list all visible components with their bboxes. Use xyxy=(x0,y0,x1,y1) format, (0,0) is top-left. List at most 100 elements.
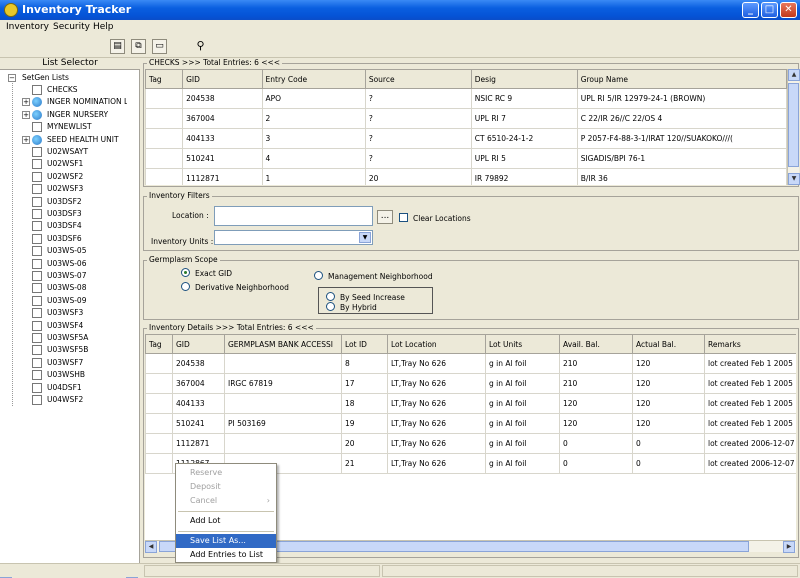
table-cell xyxy=(145,108,184,129)
menu-help[interactable]: Help xyxy=(93,22,114,32)
column-header[interactable]: Avail. Bal. xyxy=(559,334,633,354)
menu-separator xyxy=(178,511,274,512)
menu-item-reserve[interactable]: Reserve xyxy=(176,466,276,480)
list-icon xyxy=(32,370,42,381)
toolbar: ▤ ⧉ ▭ ⚲ xyxy=(0,36,800,58)
by-hybrid-radio[interactable] xyxy=(326,302,335,311)
maximize-button[interactable]: □ xyxy=(761,2,778,18)
column-header[interactable]: GERMPLASM BANK ACCESSI xyxy=(224,334,342,354)
menu-item-save-list-as[interactable]: Save List As... xyxy=(176,534,276,548)
list-selector-pane: List Selector − SetGen Lists CHECKS + INGE… xyxy=(0,58,140,578)
tree-item-label: U04DSF1 xyxy=(47,382,82,392)
exact-gid-radio[interactable] xyxy=(181,268,190,277)
table-row[interactable]: 1112871 1 20 IR 79892 B/IR 36 xyxy=(145,168,787,185)
menu-item-cancel[interactable]: Cancel › xyxy=(176,494,276,508)
title-bar[interactable]: Inventory Tracker _ □ ✕ xyxy=(0,0,800,20)
binoculars-icon[interactable]: ⚲ xyxy=(193,39,208,54)
column-header[interactable]: Source xyxy=(364,69,472,89)
column-header[interactable]: Lot Location xyxy=(387,334,486,354)
derivative-neighborhood-radio[interactable] xyxy=(181,282,190,291)
checks-legend: CHECKS >>> Total Entries: 6 <<< xyxy=(147,58,283,67)
table-row[interactable]: 367004 IRGC 67819 17 LT,Tray No 626 g in Al … xyxy=(145,373,796,394)
table-cell xyxy=(145,148,184,169)
table-row[interactable]: 204538 8 LT,Tray No 626 g in Al foil 210 120 l… xyxy=(145,353,796,374)
tree-item-label: SEED HEALTH UNIT xyxy=(47,134,119,144)
table-cell: IR 79892 xyxy=(470,168,578,185)
tree-item-label: U03WSF4 xyxy=(47,320,84,330)
scroll-thumb[interactable] xyxy=(788,83,799,167)
table-row[interactable]: 510241 PI 503169 19 LT,Tray No 626 g in Al f… xyxy=(145,413,796,434)
status-pane xyxy=(144,565,380,577)
open-folder-icon[interactable]: ▭ xyxy=(152,39,167,54)
by-seed-increase-radio[interactable] xyxy=(326,292,335,301)
expand-icon[interactable]: + xyxy=(22,110,30,119)
by-hybrid-label: By Hybrid xyxy=(340,303,377,312)
table-row[interactable]: 204538 APO? NSIC RC 9 UPL RI 5/IR 12979-24-… xyxy=(145,88,787,109)
table-cell xyxy=(145,88,184,109)
column-header[interactable]: GID xyxy=(182,69,263,89)
close-button[interactable]: ✕ xyxy=(780,2,797,18)
minimize-button[interactable]: _ xyxy=(742,2,759,18)
new-document-icon[interactable]: ▤ xyxy=(110,39,125,54)
table-row[interactable]: 367004 2? UPL RI 7C 22/IR 26//C 22/OS 4 xyxy=(145,108,787,129)
tree-item-label: U03WS-06 xyxy=(47,258,87,268)
chevron-down-icon[interactable]: ▼ xyxy=(359,232,371,243)
table-cell: lot created Feb 1 2005 xyxy=(704,373,796,394)
column-header[interactable]: Entry Code xyxy=(261,69,366,89)
menu-item-deposit[interactable]: Deposit xyxy=(176,480,276,494)
list-icon xyxy=(32,345,42,356)
menu-item-add-entries-to-list[interactable]: Add Entries to List xyxy=(176,548,276,562)
expand-icon[interactable]: + xyxy=(22,135,30,144)
scroll-left-button[interactable]: ◀ xyxy=(145,541,157,553)
location-input[interactable] xyxy=(214,206,373,226)
column-header[interactable]: Lot ID xyxy=(341,334,388,354)
browse-location-button[interactable]: ... xyxy=(377,210,393,224)
table-cell: g in Al foil xyxy=(485,373,560,394)
expand-icon[interactable]: + xyxy=(22,98,30,107)
table-row[interactable]: 404133 18 LT,Tray No 626 g in Al foil 120 120… xyxy=(145,393,796,414)
menu-inventory[interactable]: Inventory xyxy=(6,22,49,32)
table-row[interactable]: 1112871 20 LT,Tray No 626 g in Al foil 0 0 lot… xyxy=(145,433,796,454)
tree-item-label: CHECKS xyxy=(47,85,78,94)
table-cell: 120 xyxy=(632,353,705,374)
folder-icon xyxy=(32,134,42,145)
column-header[interactable]: GID xyxy=(172,334,225,354)
copy-document-icon[interactable]: ⧉ xyxy=(131,39,146,54)
menu-security[interactable]: Security xyxy=(53,22,90,32)
table-cell: 1112871 xyxy=(172,433,225,454)
tree-item-label: U03WSF7 xyxy=(47,357,84,367)
menu-separator xyxy=(178,531,274,532)
column-header[interactable]: Group Name xyxy=(576,69,787,89)
table-cell: LT,Tray No 626 xyxy=(387,453,486,474)
table-row[interactable]: 404133 3? CT 6510-24-1-2 P 2057-F4-88-3-1/I… xyxy=(145,128,787,149)
clear-locations-checkbox[interactable] xyxy=(399,213,408,222)
column-header[interactable]: Tag xyxy=(145,334,173,354)
table-cell: 510241 xyxy=(172,413,225,434)
table-cell xyxy=(145,413,173,434)
checks-vscroll[interactable]: ▲ ▼ xyxy=(787,69,800,185)
table-row[interactable]: 510241 4? UPL RI 5 SIGADIS/BPI 76-1 xyxy=(145,148,787,169)
table-cell: IRGC 67819 xyxy=(224,373,342,394)
table-cell: LT,Tray No 626 xyxy=(387,393,486,414)
column-header[interactable]: Actual Bal. xyxy=(632,334,705,354)
inventory-units-select[interactable]: ▼ xyxy=(214,230,373,245)
table-cell: P 2057-F4-88-3-1/IRAT 120//SUAKOKO///( xyxy=(576,128,787,149)
column-header[interactable]: Remarks xyxy=(704,334,796,354)
column-header[interactable]: Tag xyxy=(145,69,184,89)
table-cell xyxy=(145,168,184,185)
table-cell: 367004 xyxy=(172,373,225,394)
table-cell: g in Al foil xyxy=(485,433,560,454)
list-icon xyxy=(32,395,42,405)
scroll-down-button[interactable]: ▼ xyxy=(788,173,800,185)
menu-item-add-lot[interactable]: Add Lot xyxy=(176,514,276,528)
collapse-icon[interactable]: − xyxy=(8,74,16,82)
column-header[interactable]: Desig xyxy=(470,69,578,89)
table-cell: UPL RI 5 xyxy=(470,148,578,169)
tree-item-label: U02WSF3 xyxy=(47,184,84,194)
table-cell xyxy=(145,128,184,149)
table-cell: 18 xyxy=(341,393,388,414)
management-neighborhood-radio[interactable] xyxy=(314,271,323,280)
scroll-up-button[interactable]: ▲ xyxy=(788,69,800,81)
scroll-right-button[interactable]: ▶ xyxy=(783,541,795,553)
column-header[interactable]: Lot Units xyxy=(485,334,560,354)
